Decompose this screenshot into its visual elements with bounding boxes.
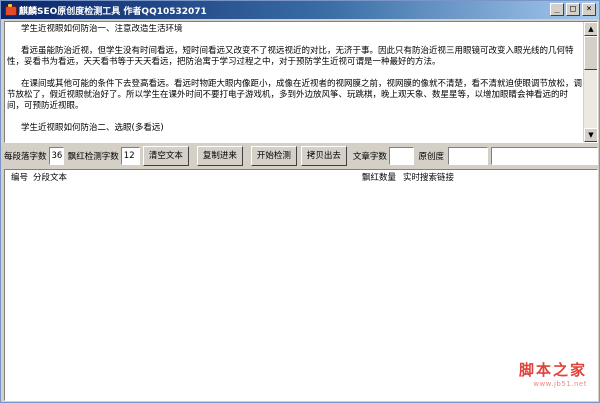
article-count-input[interactable] (388, 147, 414, 165)
clear-text-button[interactable]: 清空文本 (142, 146, 189, 166)
close-icon[interactable]: × (582, 3, 596, 16)
site-watermark: 脚本之家 www.jb51.net (519, 359, 587, 388)
results-header: 编号 分段文本 飘红数量 实时搜索链接 (5, 170, 597, 184)
text-paragraph: 学生近视眼如何防治一、注意改造生活环境 (21, 24, 183, 34)
results-list[interactable]: 编号 分段文本 飘红数量 实时搜索链接 (4, 169, 598, 401)
text-paragraph: 在课间或其他可能的条件下去登高看远。看远时物距大眼内像距小，成像在近视者的视网膜… (7, 79, 582, 111)
app-icon (4, 4, 17, 16)
paste-in-button[interactable]: 复制进来 (196, 146, 243, 166)
originality-label: 原创度 (418, 152, 445, 162)
minimize-icon[interactable]: _ (550, 3, 564, 16)
copy-out-button[interactable]: 拷贝出去 (300, 146, 347, 166)
source-text-content[interactable]: 学生近视眼如何防治一、注意改造生活环境 看远虽能防治近视，但学生没有时间看远，短… (7, 24, 582, 140)
column-header-red-count[interactable]: 飘红数量 (362, 171, 396, 183)
originality-input[interactable] (448, 147, 488, 165)
article-count-label: 文章字数 (352, 152, 387, 162)
window-controls: _ □ × (550, 3, 596, 16)
segment-length-label: 每段落字数 (4, 152, 47, 162)
start-check-button[interactable]: 开始检测 (250, 146, 297, 166)
column-header-index[interactable]: 编号 (11, 171, 28, 183)
column-header-search-link[interactable]: 实时搜索链接 (403, 171, 454, 183)
segment-length-input[interactable]: 36 (48, 147, 64, 165)
maximize-icon[interactable]: □ (566, 3, 580, 16)
toolbar: 每段落字数 36 飘红检测字数 12 清空文本 复制进来 开始检测 拷贝出去 文… (4, 145, 598, 167)
watermark-url: www.jb51.net (533, 380, 587, 388)
app-window: 麒麟SEO原创度检测工具 作者QQ10532071 _ □ × 学生近视眼如何防… (0, 0, 600, 403)
scroll-up-icon[interactable]: ▲ (584, 22, 597, 36)
source-text-area[interactable]: 学生近视眼如何防治一、注意改造生活环境 看远虽能防治近视，但学生没有时间看远，短… (4, 21, 598, 143)
watermark-logo: 脚本之家 (518, 361, 587, 379)
vertical-scrollbar[interactable]: ▲ ▼ (583, 22, 597, 142)
red-check-length-label: 飘红检测字数 (67, 152, 119, 162)
red-check-length-input[interactable]: 12 (120, 147, 140, 165)
title-bar[interactable]: 麒麟SEO原创度检测工具 作者QQ10532071 _ □ × (1, 1, 599, 19)
window-title: 麒麟SEO原创度检测工具 作者QQ10532071 (19, 6, 207, 17)
extra-input[interactable] (490, 147, 598, 165)
text-paragraph: 学生近视眼如何防治二、选眼(多看远) (21, 123, 164, 133)
scroll-down-icon[interactable]: ▼ (584, 128, 597, 142)
text-paragraph: 看远虽能防治近视，但学生没有时间看远，短时间看远又改变不了视远视近的对比，无济于… (7, 46, 574, 67)
column-header-segment-text[interactable]: 分段文本 (33, 171, 67, 183)
scroll-thumb[interactable] (584, 36, 597, 70)
